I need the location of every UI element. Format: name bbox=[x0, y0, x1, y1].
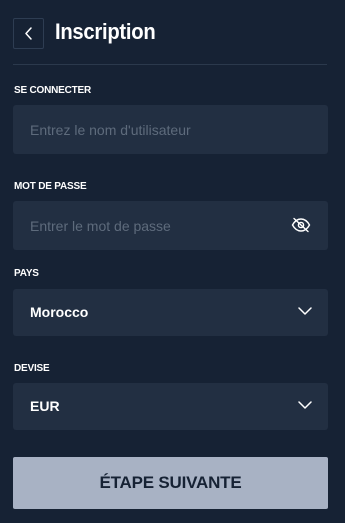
page-title: Inscription bbox=[55, 19, 156, 44]
chevron-left-icon bbox=[25, 27, 32, 40]
country-label: PAYS bbox=[14, 268, 39, 279]
back-button[interactable] bbox=[13, 18, 44, 49]
currency-select[interactable]: EUR bbox=[13, 383, 328, 430]
country-selected-value: Morocco bbox=[30, 304, 89, 320]
password-input[interactable] bbox=[13, 201, 328, 250]
username-input[interactable] bbox=[13, 105, 328, 154]
currency-label: DEVISE bbox=[14, 363, 50, 374]
header: Inscription bbox=[0, 0, 345, 66]
password-field bbox=[13, 201, 328, 250]
username-field bbox=[13, 105, 328, 154]
header-divider bbox=[13, 64, 327, 65]
currency-selected-value: EUR bbox=[30, 398, 60, 414]
next-step-button[interactable]: ÉTAPE SUIVANTE bbox=[13, 457, 328, 509]
chevron-down-icon bbox=[298, 307, 312, 315]
password-label: MOT DE PASSE bbox=[14, 181, 87, 192]
registration-page: Inscription SE CONNECTER MOT DE PASSE PA… bbox=[0, 0, 345, 523]
country-select[interactable]: Morocco bbox=[13, 289, 328, 336]
eye-slash-icon bbox=[291, 217, 311, 233]
chevron-down-icon bbox=[298, 401, 312, 409]
username-label: SE CONNECTER bbox=[14, 85, 92, 96]
toggle-password-visibility-button[interactable] bbox=[290, 216, 312, 234]
